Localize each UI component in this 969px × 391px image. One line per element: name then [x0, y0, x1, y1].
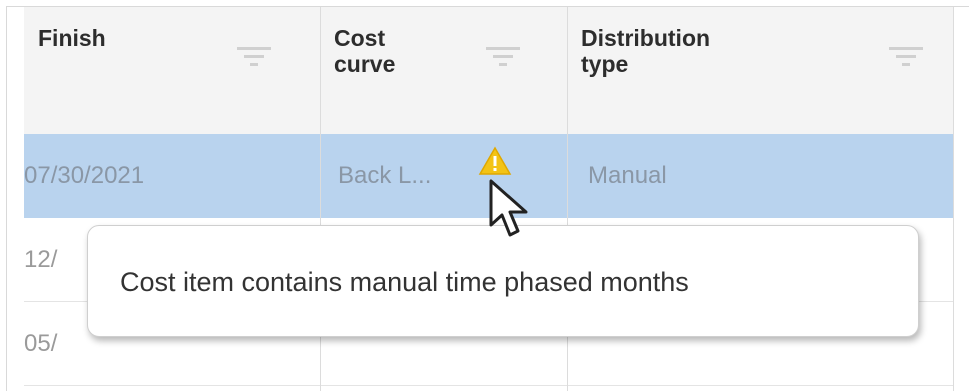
column-header-label: Distribution type: [581, 25, 711, 77]
column-header-label: Finish: [38, 25, 106, 51]
column-header-finish[interactable]: Finish: [24, 7, 320, 135]
cell-finish: 07/30/2021: [24, 162, 145, 189]
column-header-cost-curve[interactable]: Cost curve: [320, 7, 567, 135]
filter-icon[interactable]: [889, 45, 923, 67]
filter-icon[interactable]: [486, 45, 520, 67]
grid-edge: [953, 7, 969, 134]
cell-distribution-type: Manual: [588, 162, 667, 189]
column-header-label: Cost curve: [334, 25, 396, 77]
filter-icon[interactable]: [237, 45, 271, 67]
warning-tooltip: Cost item contains manual time phased mo…: [87, 225, 919, 337]
cell-cost-curve: Back L...: [338, 162, 432, 189]
column-header-distribution-type[interactable]: Distribution type: [567, 7, 953, 135]
mouse-pointer-icon: [489, 179, 528, 237]
tooltip-text: Cost item contains manual time phased mo…: [120, 267, 689, 297]
column-divider: [953, 7, 954, 391]
warning-icon[interactable]: [478, 146, 512, 176]
